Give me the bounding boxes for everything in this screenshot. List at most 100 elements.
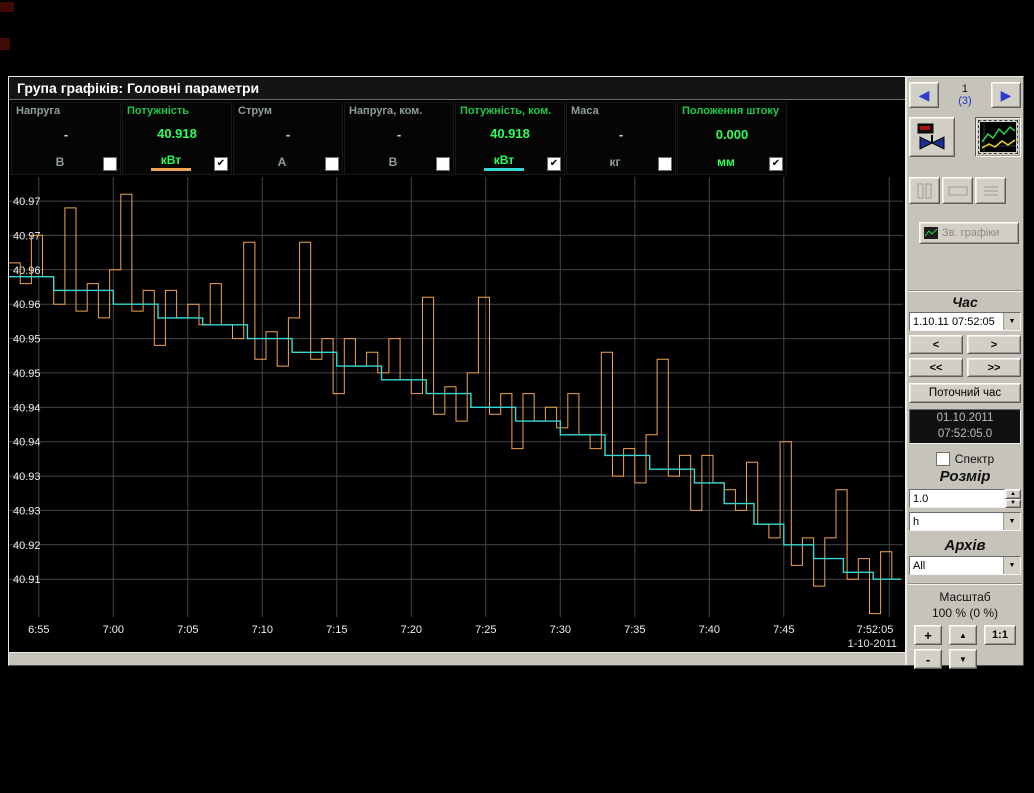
size-spin-down-button[interactable]: ▼ — [1005, 499, 1021, 509]
channel-value: 40.918 — [460, 127, 560, 141]
trend-chart[interactable]: 40.9740.9740.9640.9640.9540.9540.9440.94… — [9, 177, 903, 651]
channel-unit: мм — [707, 156, 745, 170]
linked-graphs-icon — [924, 227, 938, 239]
tool-button-3[interactable] — [975, 177, 1006, 204]
y-axis-label: 40.92 — [13, 540, 41, 552]
size-unit-combo[interactable]: h ▼ — [909, 512, 1021, 531]
dropdown-icon[interactable]: ▼ — [1003, 313, 1020, 330]
panel-icon — [948, 184, 968, 198]
channel-unit-row: мм — [682, 153, 782, 171]
channel-checkbox[interactable]: ✔ — [214, 157, 228, 171]
y-axis-label: 40.97 — [13, 196, 41, 208]
y-axis-label: 40.91 — [13, 574, 41, 586]
spectrum-checkbox[interactable]: Спектр — [936, 452, 994, 466]
tool-button-1[interactable] — [909, 177, 940, 204]
spectrum-checkbox-box[interactable] — [936, 452, 950, 466]
channel-unit: кВт — [484, 154, 524, 171]
size-spinner[interactable]: 1.0 ▲ ▼ — [909, 489, 1021, 508]
mimic-view-button[interactable] — [909, 117, 955, 157]
channel-unit: кг — [599, 156, 630, 170]
datetime-date: 01.10.2011 — [910, 410, 1020, 426]
channel-5: Потужність, ком.40.918кВт✔ — [455, 102, 565, 175]
y-axis-label: 40.96 — [13, 265, 41, 277]
y-axis-label: 40.93 — [13, 471, 41, 483]
time-step-forward-button[interactable]: > — [967, 335, 1021, 354]
channel-7: Положення штоку 0.000 мм ✔ — [677, 102, 787, 175]
linked-graphs-button[interactable]: Зв. графіки — [919, 222, 1019, 244]
dropdown-icon[interactable]: ▼ — [1003, 513, 1020, 530]
channel-unit: В — [46, 156, 75, 170]
archive-value: All — [910, 560, 1003, 572]
zoom-out-button[interactable]: - — [914, 649, 942, 669]
channel-unit-row: кг — [571, 153, 671, 171]
x-axis-label: 7:45 — [773, 624, 794, 636]
channel-checkbox[interactable]: ✔ — [547, 157, 561, 171]
prev-page-button[interactable]: ◀ — [909, 82, 939, 108]
time-section-header: Час — [952, 294, 977, 310]
scale-value: 100 % (0 %) — [932, 606, 998, 620]
pan-down-button[interactable]: ▼ — [949, 649, 977, 669]
page-total: (3) — [958, 95, 971, 107]
channel-value: 0.000 — [682, 128, 782, 142]
spectrum-label: Спектр — [955, 452, 994, 466]
page-indicator: 1 (3) — [958, 83, 971, 107]
x-axis-label: 6:55 — [28, 624, 49, 636]
background-artifact — [0, 38, 10, 50]
y-axis-label: 40.94 — [13, 402, 41, 414]
time-combo[interactable]: 1.10.11 07:52:05 ▼ — [909, 312, 1021, 331]
mini-chart-icon — [980, 122, 1016, 152]
current-time-button[interactable]: Поточний час — [909, 383, 1021, 403]
tool-button-2[interactable] — [942, 177, 973, 204]
x-axis-label: 7:00 — [103, 624, 124, 636]
channel-unit-row: В — [349, 153, 449, 171]
size-value[interactable]: 1.0 — [909, 489, 1005, 508]
channel-label: Потужність — [127, 105, 227, 117]
graphs-window: Група графіків: Головні параметри Напруг… — [8, 76, 1024, 666]
chart-area[interactable]: 40.9740.9740.9640.9640.9540.9540.9440.94… — [9, 177, 905, 652]
channel-value: - — [349, 128, 449, 142]
dropdown-icon[interactable]: ▼ — [1003, 557, 1020, 574]
x-axis-label: 7:30 — [550, 624, 571, 636]
list-icon — [982, 184, 1000, 198]
channel-value: - — [16, 128, 116, 142]
time-step-row: < > — [909, 335, 1021, 354]
y-axis-label: 40.96 — [13, 299, 41, 311]
channel-label: Напруга — [16, 105, 116, 117]
y-axis-label: 40.93 — [13, 505, 41, 517]
channel-checkbox[interactable]: ✔ — [769, 157, 783, 171]
channel-unit-row: В — [16, 153, 116, 171]
next-page-button[interactable]: ▶ — [991, 82, 1021, 108]
channel-checkbox[interactable] — [325, 157, 339, 171]
window-title: Група графіків: Головні параметри — [9, 77, 905, 100]
channel-label: Напруга, ком. — [349, 105, 449, 117]
size-spin-up-button[interactable]: ▲ — [1005, 489, 1021, 499]
tool-buttons — [909, 177, 1021, 204]
time-jump-back-button[interactable]: << — [909, 358, 963, 377]
graphs-view-button[interactable] — [975, 117, 1021, 157]
time-jump-forward-button[interactable]: >> — [967, 358, 1021, 377]
x-axis-label: 7:15 — [326, 624, 347, 636]
arrow-left-icon: ◀ — [919, 88, 930, 102]
channel-4: Напруга, ком. - В — [344, 102, 454, 175]
channel-label: Положення штоку — [682, 105, 782, 117]
x-axis-label: 7:35 — [624, 624, 645, 636]
channel-unit-row: кВт — [460, 151, 560, 171]
channel-unit: В — [379, 156, 408, 170]
arrow-right-icon: ▶ — [1001, 88, 1012, 102]
channel-checkbox[interactable] — [658, 157, 672, 171]
channel-checkbox[interactable] — [103, 157, 117, 171]
time-combo-value: 1.10.11 07:52:05 — [910, 316, 1003, 328]
time-jump-row: << >> — [909, 358, 1021, 377]
channel-unit: кВт — [151, 154, 191, 171]
archive-combo[interactable]: All ▼ — [909, 556, 1021, 575]
zoom-in-button[interactable]: + — [914, 625, 942, 645]
background-artifact — [0, 2, 14, 12]
pan-up-button[interactable]: ▲ — [949, 625, 977, 645]
channel-2: Потужність40.918кВт✔ — [122, 102, 232, 175]
channel-label: Струм — [238, 105, 338, 117]
datetime-time: 07:52:05.0 — [910, 426, 1020, 442]
x-axis-label: 7:25 — [475, 624, 496, 636]
one-to-one-button[interactable]: 1:1 — [984, 625, 1016, 645]
channel-checkbox[interactable] — [436, 157, 450, 171]
time-step-back-button[interactable]: < — [909, 335, 963, 354]
